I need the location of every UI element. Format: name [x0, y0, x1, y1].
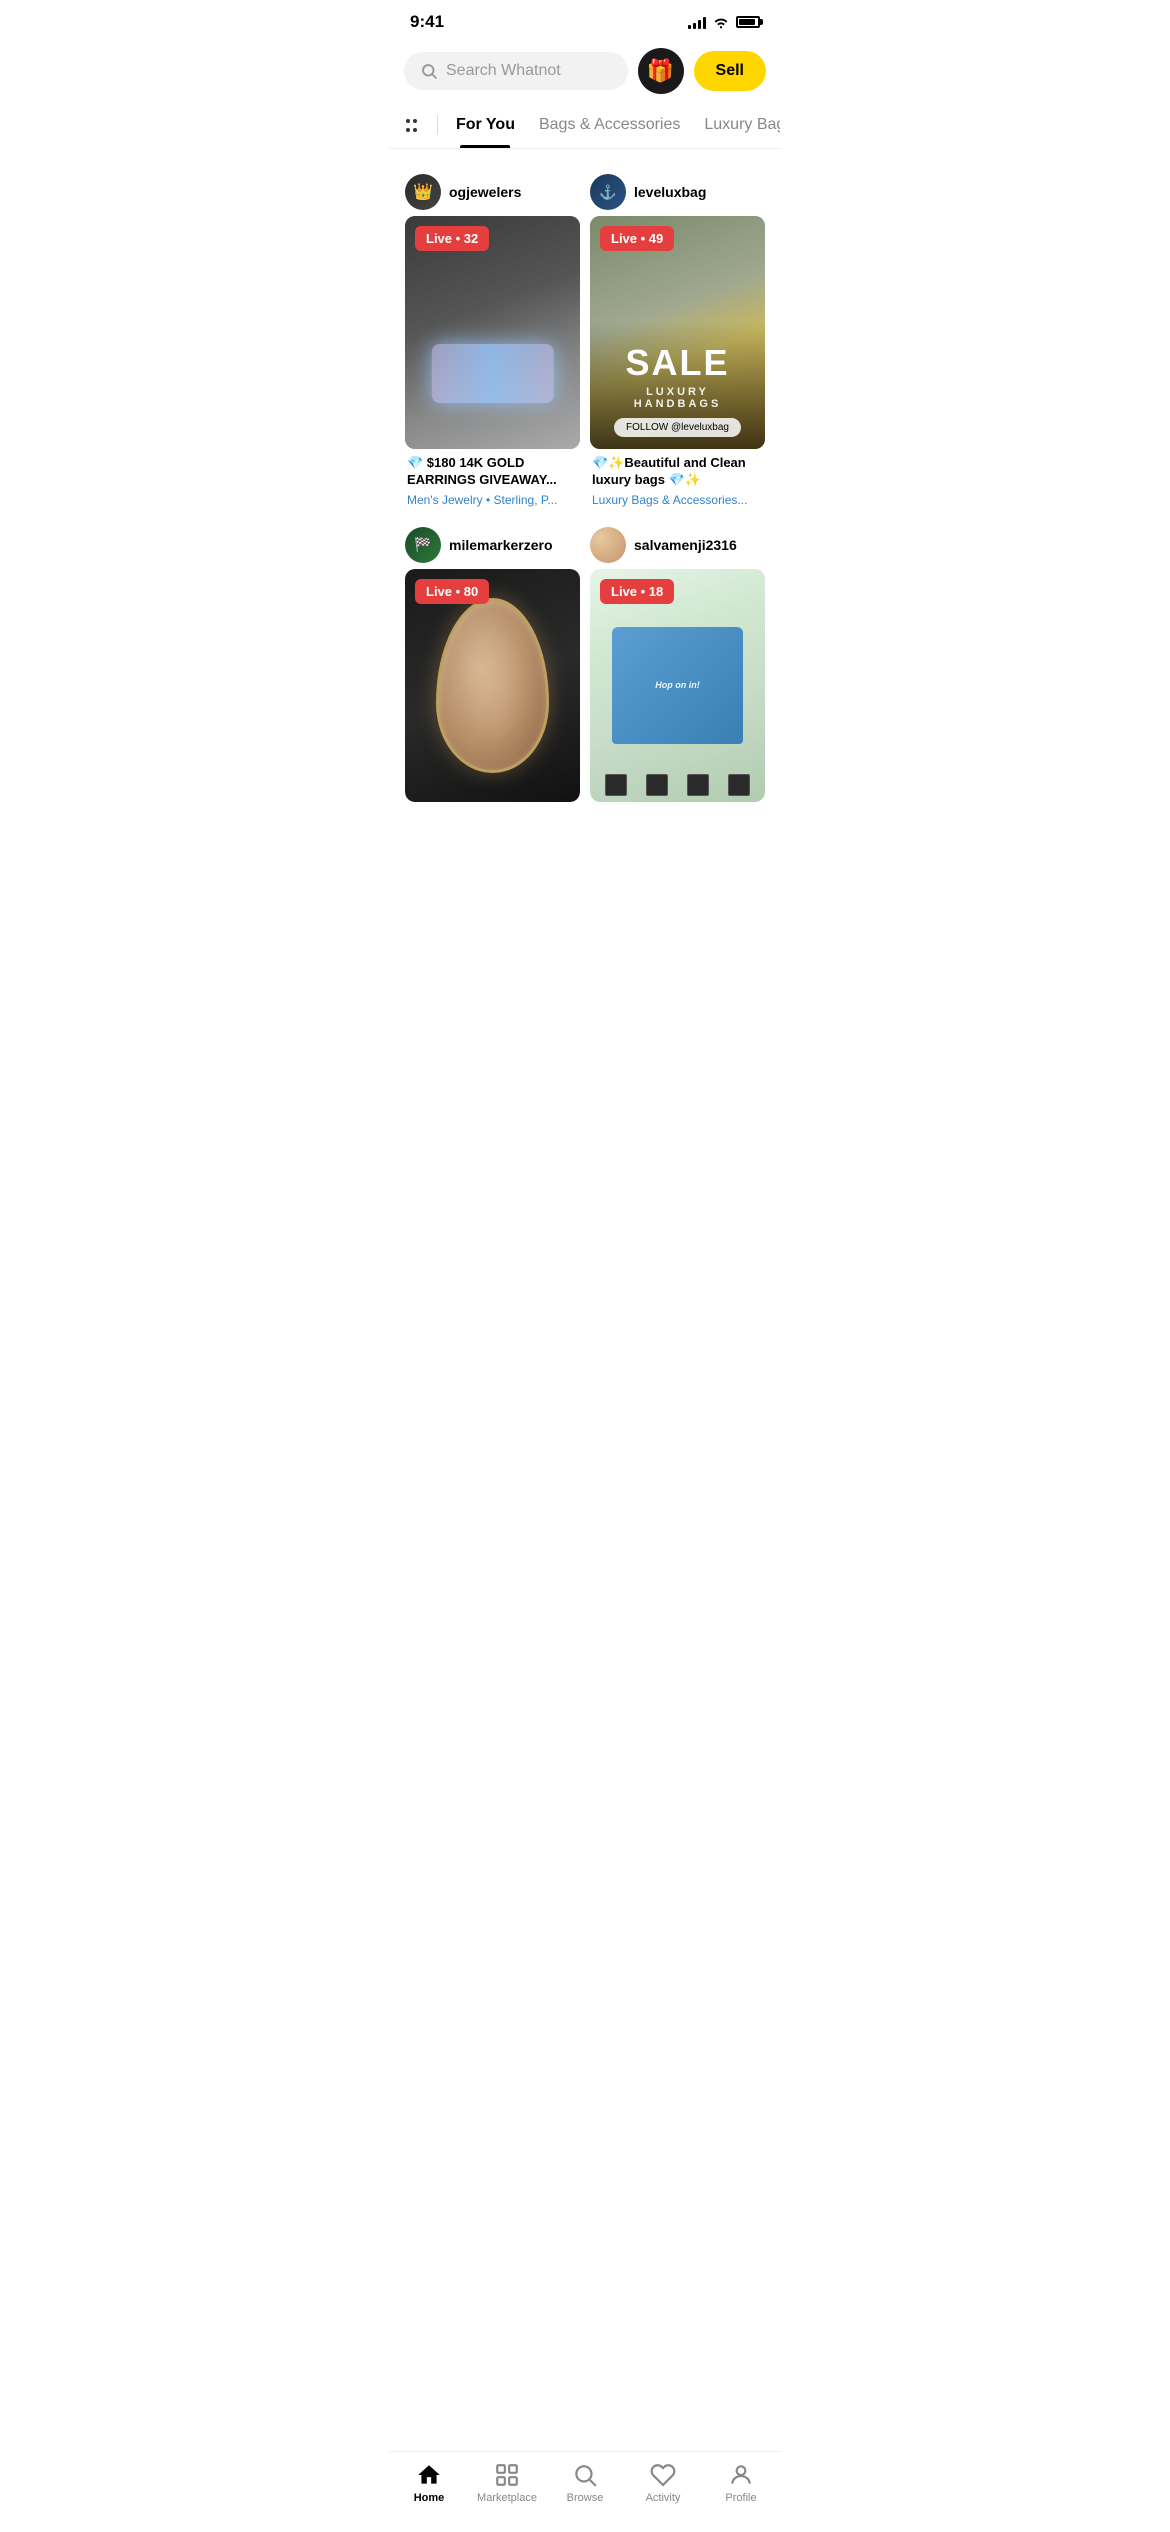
easter-truck — [612, 627, 743, 744]
live-badge-ogjewelers: Live • 32 — [415, 226, 489, 251]
sell-button[interactable]: Sell — [694, 51, 766, 91]
avatar-milemarkerzero — [405, 527, 441, 563]
grid-dots-icon[interactable] — [400, 109, 423, 142]
search-container: Search Whatnot 🎁 Sell — [390, 40, 780, 102]
nav-marketplace[interactable]: Marketplace — [477, 2462, 537, 2504]
home-icon — [416, 2462, 442, 2488]
jewelry-box-4 — [728, 774, 750, 796]
marketplace-icon — [494, 2462, 520, 2488]
live-badge-milemarkerzero: Live • 80 — [415, 579, 489, 604]
search-placeholder-text: Search Whatnot — [446, 62, 561, 80]
gift-button[interactable]: 🎁 — [638, 48, 684, 94]
status-icons — [688, 15, 760, 29]
feed-card-ogjewelers[interactable]: ogjewelers Live • 32 💎 $180 14K GOLD EAR… — [405, 170, 580, 513]
tab-for-you[interactable]: For You — [444, 102, 527, 148]
live-badge-salvamenji2316: Live • 18 — [600, 579, 674, 604]
nav-profile[interactable]: Profile — [711, 2462, 771, 2504]
nav-browse[interactable]: Browse — [555, 2462, 615, 2504]
seller-name-leveluxbag: leveluxbag — [634, 184, 706, 200]
gift-icon: 🎁 — [647, 58, 674, 84]
tab-divider — [437, 115, 438, 135]
feed-card-salvamenji2316[interactable]: salvamenji2316 Live • 18 — [590, 523, 765, 802]
feed-card-milemarkerzero[interactable]: milemarkerzero Live • 80 — [405, 523, 580, 802]
tab-luxury-bags[interactable]: Luxury Bags — [692, 102, 780, 148]
signal-icon — [688, 15, 706, 29]
nav-browse-label: Browse — [567, 2492, 604, 2504]
avatar-salvamenji2316 — [590, 527, 626, 563]
nav-marketplace-label: Marketplace — [477, 2492, 537, 2504]
card-header: leveluxbag — [590, 170, 765, 216]
feed-card-leveluxbag[interactable]: leveluxbag SALE LUXURY HANDBAGS FOLLOW @… — [590, 170, 765, 513]
live-badge-leveluxbag: Live • 49 — [600, 226, 674, 251]
seller-name-ogjewelers: ogjewelers — [449, 184, 521, 200]
search-bar[interactable]: Search Whatnot — [404, 52, 628, 90]
wifi-icon — [712, 15, 730, 29]
card-category-ogjewelers: Men's Jewelry • Sterling, P... — [407, 493, 578, 509]
tabs-container: For You Bags & Accessories Luxury Bags — [390, 102, 780, 149]
sale-overlay: SALE LUXURY HANDBAGS FOLLOW @leveluxbag — [590, 322, 765, 449]
nav-home-label: Home — [414, 2492, 445, 2504]
jewelry-items — [590, 768, 765, 802]
card-category-leveluxbag: Luxury Bags & Accessories... — [592, 493, 763, 509]
card-image-leveluxbag: SALE LUXURY HANDBAGS FOLLOW @leveluxbag … — [590, 216, 765, 449]
tab-bags-accessories[interactable]: Bags & Accessories — [527, 102, 692, 148]
jewelry-box-1 — [605, 774, 627, 796]
card-title-ogjewelers: 💎 $180 14K GOLD EARRINGS GIVEAWAY... — [407, 455, 578, 489]
activity-icon — [650, 2462, 676, 2488]
avatar-ogjewelers — [405, 174, 441, 210]
card-image-ogjewelers: Live • 32 — [405, 216, 580, 449]
card-image-salvamenji2316: Live • 18 — [590, 569, 765, 802]
card-header: salvamenji2316 — [590, 523, 765, 569]
avatar-leveluxbag — [590, 174, 626, 210]
jewelry-box-2 — [646, 774, 668, 796]
card-title-leveluxbag: 💎✨Beautiful and Clean luxury bags 💎✨ — [592, 455, 763, 489]
card-header: ogjewelers — [405, 170, 580, 216]
nav-home[interactable]: Home — [399, 2462, 459, 2504]
card-header: milemarkerzero — [405, 523, 580, 569]
sale-text: SALE — [602, 342, 753, 384]
bottom-nav: Home Marketplace Browse Activity Profile — [390, 2451, 780, 2532]
feed-grid: ogjewelers Live • 32 💎 $180 14K GOLD EAR… — [390, 149, 780, 823]
nav-profile-label: Profile — [725, 2492, 756, 2504]
jewelry-box-3 — [687, 774, 709, 796]
status-time: 9:41 — [410, 12, 444, 32]
nav-activity[interactable]: Activity — [633, 2462, 693, 2504]
search-icon — [420, 62, 438, 80]
follow-pill: FOLLOW @leveluxbag — [614, 418, 741, 437]
sale-sub-text: LUXURY HANDBAGS — [602, 386, 753, 410]
profile-icon — [728, 2462, 754, 2488]
seller-name-milemarkerzero: milemarkerzero — [449, 537, 553, 553]
cameo-shape — [436, 598, 550, 773]
card-desc-ogjewelers: 💎 $180 14K GOLD EARRINGS GIVEAWAY... Men… — [405, 449, 580, 512]
nav-activity-label: Activity — [646, 2492, 681, 2504]
seller-name-salvamenji2316: salvamenji2316 — [634, 537, 737, 553]
status-bar: 9:41 — [390, 0, 780, 40]
card-image-milemarkerzero: Live • 80 — [405, 569, 580, 802]
card-desc-leveluxbag: 💎✨Beautiful and Clean luxury bags 💎✨ Lux… — [590, 449, 765, 512]
browse-icon — [572, 2462, 598, 2488]
battery-icon — [736, 16, 760, 28]
